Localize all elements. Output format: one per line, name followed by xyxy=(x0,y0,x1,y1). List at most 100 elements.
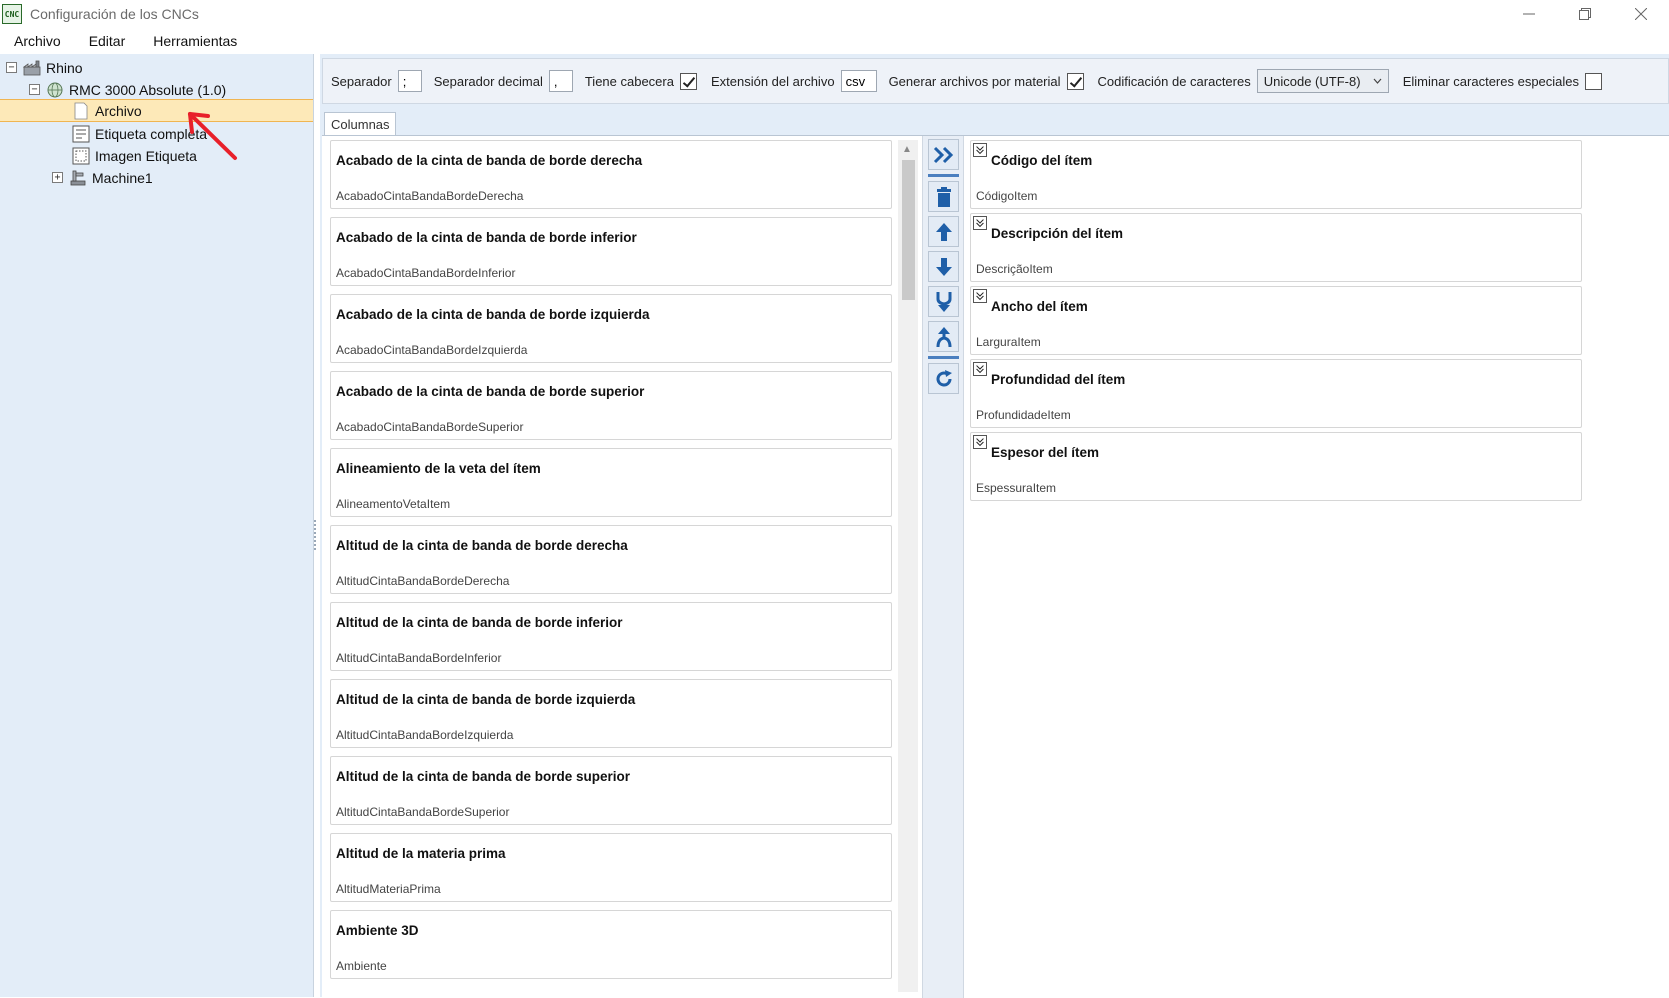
has-header-checkbox[interactable] xyxy=(679,72,697,90)
add-all-button[interactable] xyxy=(928,139,959,170)
column-field: AcabadoCintaBandaBordeIzquierda xyxy=(336,343,528,357)
trash-icon xyxy=(936,186,951,207)
close-icon xyxy=(1635,8,1647,20)
chevron-down-icon xyxy=(1373,78,1382,84)
list-item[interactable]: Altitud de la materia prima AltitudMater… xyxy=(330,833,892,902)
list-item[interactable]: Altitud de la cinta de banda de borde in… xyxy=(330,602,892,671)
columns-editor: Acabado de la cinta de banda de borde de… xyxy=(322,135,1669,998)
tab-strip: Columnas xyxy=(322,112,1669,136)
encoding-value: Unicode (UTF-8) xyxy=(1263,73,1361,89)
column-field: LarguraItem xyxy=(976,335,1041,349)
per-material-label: Generar archivos por material xyxy=(888,73,1061,89)
column-field: Ambiente xyxy=(336,959,387,973)
list-item[interactable]: Altitud de la cinta de banda de borde su… xyxy=(330,756,892,825)
move-up-button[interactable] xyxy=(928,216,959,247)
delete-column-button[interactable] xyxy=(928,181,959,212)
expand-toggle-icon[interactable] xyxy=(973,216,987,230)
list-item[interactable]: Espesor del ítem EspessuraItem xyxy=(970,432,1582,501)
list-item[interactable]: Acabado de la cinta de banda de borde iz… xyxy=(330,294,892,363)
expand-icon[interactable]: + xyxy=(52,172,63,183)
column-title: Altitud de la cinta de banda de borde in… xyxy=(336,615,623,630)
per-material-checkbox[interactable] xyxy=(1066,72,1084,90)
expand-toggle-icon[interactable] xyxy=(973,143,987,157)
decimal-separator-label: Separador decimal xyxy=(433,73,543,89)
menu-editar[interactable]: Editar xyxy=(75,33,140,49)
tree-node-etiqueta[interactable]: Etiqueta completa xyxy=(72,122,207,145)
reset-columns-button[interactable] xyxy=(928,363,959,394)
tree-node-archivo[interactable]: Archivo xyxy=(0,99,313,122)
list-item[interactable]: Código del ítem CódigoItem xyxy=(970,140,1582,209)
column-title: Altitud de la cinta de banda de borde iz… xyxy=(336,692,636,707)
tree-node-machine[interactable]: − RMC 3000 Absolute (1.0) xyxy=(29,78,226,101)
list-item[interactable]: Acabado de la cinta de banda de borde su… xyxy=(330,371,892,440)
column-title: Descripción del ítem xyxy=(991,226,1124,241)
close-button[interactable] xyxy=(1613,0,1669,28)
column-title: Ancho del ítem xyxy=(991,299,1088,314)
tree-node-imagen-etiqueta[interactable]: Imagen Etiqueta xyxy=(72,144,197,167)
list-item[interactable]: Alineamiento de la veta del ítem Alineam… xyxy=(330,448,892,517)
list-item[interactable]: Altitud de la cinta de banda de borde iz… xyxy=(330,679,892,748)
remove-special-checkbox[interactable] xyxy=(1585,72,1603,90)
app-icon: CNC xyxy=(2,4,22,24)
expand-toggle-icon[interactable] xyxy=(973,289,987,303)
double-chevron-right-icon xyxy=(933,146,953,163)
tree-label-etiqueta: Etiqueta completa xyxy=(95,125,208,142)
menu-herramientas[interactable]: Herramientas xyxy=(139,33,251,49)
list-item[interactable]: Altitud de la cinta de banda de borde de… xyxy=(330,525,892,594)
merge-columns-button[interactable] xyxy=(928,286,959,317)
image-label-icon xyxy=(72,147,90,164)
column-field: ProfundidadeItem xyxy=(976,408,1071,422)
settings-panel: Separador Separador decimal Tiene cabece… xyxy=(320,54,1669,998)
column-title: Profundidad del ítem xyxy=(991,372,1126,387)
split-column-button[interactable] xyxy=(928,321,959,352)
list-item[interactable]: Profundidad del ítem ProfundidadeItem xyxy=(970,359,1582,428)
decimal-separator-input[interactable] xyxy=(548,70,573,92)
collapse-icon[interactable]: − xyxy=(29,84,40,95)
tree-node-rhino[interactable]: − Rhino xyxy=(6,56,83,79)
list-item[interactable]: Acabado de la cinta de banda de borde de… xyxy=(330,140,892,209)
encoding-label: Codificación de caracteres xyxy=(1097,73,1251,89)
available-columns-list: Acabado de la cinta de banda de borde de… xyxy=(330,140,896,990)
scroll-thumb[interactable] xyxy=(902,160,915,300)
has-header-label: Tiene cabecera xyxy=(584,73,674,89)
refresh-icon xyxy=(936,369,952,386)
minimize-button[interactable] xyxy=(1501,0,1557,28)
panel-splitter[interactable] xyxy=(314,520,317,550)
column-title: Acabado de la cinta de banda de borde su… xyxy=(336,384,645,399)
merge-icon xyxy=(936,291,951,312)
expand-toggle-icon[interactable] xyxy=(973,435,987,449)
scroll-up-icon[interactable]: ▲ xyxy=(902,144,912,155)
list-item[interactable]: Ambiente 3D Ambiente xyxy=(330,910,892,979)
minimize-icon xyxy=(1523,13,1535,15)
column-field: AltitudMateriaPrima xyxy=(336,882,441,896)
app-window: CNC Configuración de los CNCs Archivo Ed… xyxy=(0,0,1669,998)
column-title: Acabado de la cinta de banda de borde in… xyxy=(336,230,637,245)
separator-input[interactable] xyxy=(397,70,422,92)
column-title: Alineamiento de la veta del ítem xyxy=(336,461,541,476)
expand-toggle-icon[interactable] xyxy=(973,362,987,376)
file-extension-input[interactable] xyxy=(840,70,877,92)
selected-columns-list: Código del ítem CódigoItem Descripción d… xyxy=(968,140,1665,990)
encoding-select[interactable]: Unicode (UTF-8) xyxy=(1256,69,1389,93)
window-title: Configuración de los CNCs xyxy=(30,6,199,22)
label-icon xyxy=(72,125,90,142)
column-field: AltitudCintaBandaBordeSuperior xyxy=(336,805,510,819)
list-item[interactable]: Acabado de la cinta de banda de borde in… xyxy=(330,217,892,286)
tab-columnas[interactable]: Columnas xyxy=(324,112,396,136)
menu-archivo[interactable]: Archivo xyxy=(0,33,75,49)
arrow-up-icon xyxy=(935,222,952,241)
move-down-button[interactable] xyxy=(928,251,959,282)
column-field: AcabadoCintaBandaBordeSuperior xyxy=(336,420,524,434)
collapse-icon[interactable]: − xyxy=(6,62,17,73)
tree-node-machine1[interactable]: + Machine1 xyxy=(52,166,153,189)
column-title: Acabado de la cinta de banda de borde iz… xyxy=(336,307,650,322)
tree-label-rhino: Rhino xyxy=(46,59,83,76)
factory-icon xyxy=(23,60,41,75)
column-field: AltitudCintaBandaBordeInferior xyxy=(336,651,502,665)
available-list-scrollbar[interactable]: ▲ xyxy=(898,140,918,992)
list-item[interactable]: Descripción del ítem DescriçãoItem xyxy=(970,213,1582,282)
column-title: Ambiente 3D xyxy=(336,923,419,938)
restore-button[interactable] xyxy=(1557,0,1613,28)
list-item[interactable]: Ancho del ítem LarguraItem xyxy=(970,286,1582,355)
column-field: AcabadoCintaBandaBordeDerecha xyxy=(336,189,524,203)
